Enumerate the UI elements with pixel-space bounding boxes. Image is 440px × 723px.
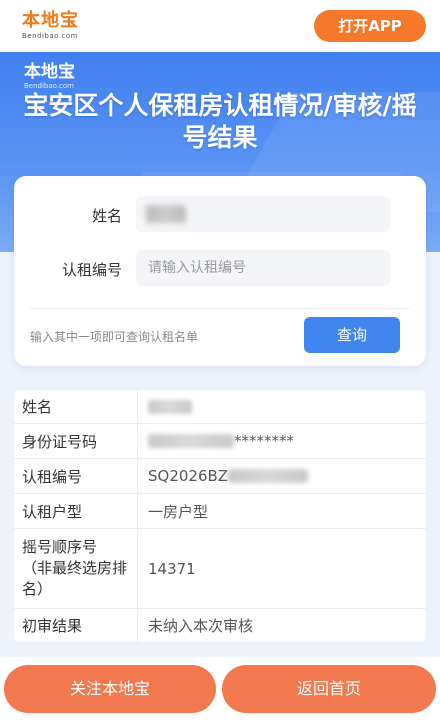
top-bar: 本地宝 Bendibao.com 打开APP [0,0,440,52]
row-key: 姓名 [14,390,138,423]
table-row: 认租编号 SQ2026BZ [14,459,426,494]
redacted-value [148,399,192,414]
hero-logo-text: 本地宝 [24,62,75,82]
result-table: 姓名 身份证号码 ******** 认租编号 SQ2026BZ 认租户型 一房户… [14,390,426,642]
divider [30,308,410,309]
follow-button[interactable]: 关注本地宝 [4,665,216,713]
logo-domain: Bendibao.com [22,32,79,40]
name-input[interactable] [136,196,390,232]
row-value: ******** [138,424,426,458]
hero-logo: 本地宝 Bendibao.com [24,62,75,91]
redacted-value [228,469,309,483]
row-value: 未纳入本次审核 [148,617,254,635]
query-card: 姓名 认租编号 请输入认租编号 输入其中一项即可查询认租名单 查询 [14,176,426,366]
table-row: 摇号顺序号 （非最终选房排名） 14371 [14,529,426,609]
bendibao-logo[interactable]: 本地宝 Bendibao.com [22,10,82,42]
rental-id-prefix: SQ2026BZ [148,467,229,485]
name-label: 姓名 [91,207,122,225]
row-key: 认租户型 [14,494,138,528]
id-input[interactable]: 请输入认租编号 [136,250,390,286]
page-title: 宝安区个人保租房认租情况/审核/摇号结果 [23,91,417,152]
table-row: 身份证号码 ******** [14,424,426,459]
table-row: 初审结果 未纳入本次审核 [14,609,426,642]
row-value: 14371 [148,559,196,578]
row-value: 一房户型 [148,502,209,521]
query-button[interactable]: 查询 [304,317,400,353]
logo-text: 本地宝 [22,10,79,31]
row-value [138,390,426,423]
redacted-value [148,434,234,448]
table-row: 姓名 [14,390,426,424]
table-row: 认租户型 一房户型 [14,494,426,529]
redacted-name [146,205,186,223]
home-button[interactable]: 返回首页 [222,665,436,713]
bottom-bar: 关注本地宝 返回首页 [0,657,440,723]
id-label: 认租编号 [61,261,122,279]
row-key: 认租编号 [14,459,138,493]
row-key: 初审结果 [14,609,138,642]
row-key: 摇号顺序号 （非最终选房排名） [14,529,138,608]
open-app-button[interactable]: 打开APP [314,10,426,42]
id-number-suffix: ******** [234,432,294,450]
query-hint: 输入其中一项即可查询认租名单 [30,330,199,344]
row-key: 身份证号码 [14,424,138,458]
row-value: SQ2026BZ [138,459,426,493]
